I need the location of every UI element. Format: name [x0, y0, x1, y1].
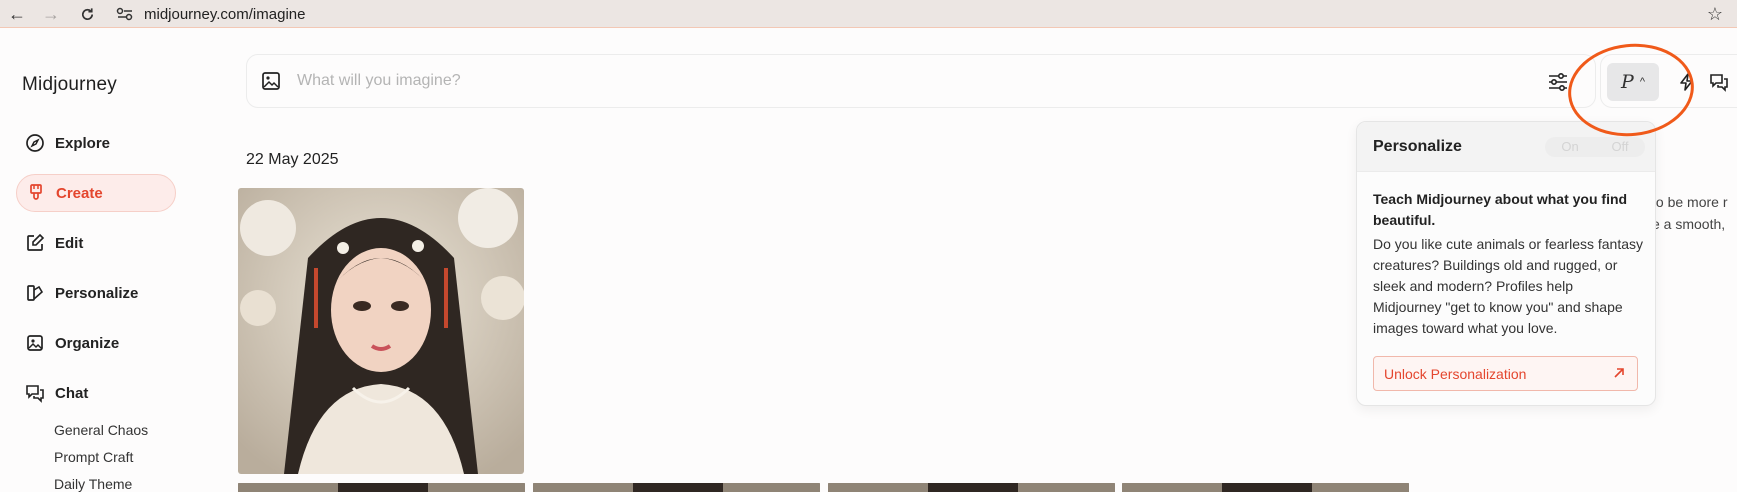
prompt-bar: What will you imagine?	[246, 54, 1596, 108]
sidebar-item-explore[interactable]: Explore	[16, 124, 176, 162]
chat-bubble-icon[interactable]	[1709, 72, 1729, 97]
sidebar-item-label: Chat	[55, 384, 89, 402]
reload-icon[interactable]	[74, 0, 100, 28]
brand-logo[interactable]: Midjourney	[22, 74, 117, 96]
popover-title: Personalize	[1373, 138, 1462, 155]
sidebar-item-label: Create	[56, 184, 103, 202]
chat-room-general-chaos[interactable]: General Chaos	[54, 422, 148, 438]
arrow-up-right-icon	[1613, 366, 1625, 382]
back-arrow-icon[interactable]: ←	[4, 0, 30, 28]
feed-date: 22 May 2025	[246, 151, 339, 168]
prompt-input[interactable]: What will you imagine?	[297, 72, 461, 90]
personalize-toggle[interactable]: On Off	[1545, 137, 1645, 157]
personalize-popover: Personalize On Off Teach Midjourney abou…	[1356, 121, 1656, 406]
generated-image[interactable]	[238, 188, 524, 474]
edit-icon	[24, 232, 46, 254]
address-bar[interactable]: midjourney.com/imagine	[114, 0, 305, 28]
prompt-text-line: e a smooth,	[1652, 216, 1726, 232]
image-thumbnail[interactable]	[238, 481, 525, 492]
unlock-label: Unlock Personalization	[1384, 365, 1527, 382]
sidebar-item-label: Explore	[55, 134, 111, 152]
sidebar-item-label: Edit	[55, 234, 84, 252]
sidebar-item-edit[interactable]: Edit	[16, 224, 176, 262]
personalize-icon	[24, 282, 46, 304]
popover-body: Do you like cute animals or fearless fan…	[1373, 236, 1644, 336]
popover-lead: Teach Midjourney about what you find bea…	[1373, 191, 1628, 228]
chat-room-daily-theme[interactable]: Daily Theme	[54, 476, 132, 492]
image-icon	[24, 332, 46, 354]
star-icon[interactable]: ☆	[1707, 0, 1723, 28]
sidebar-item-label: Personalize	[55, 284, 139, 302]
settings-sliders-icon[interactable]	[1547, 71, 1569, 98]
chat-room-prompt-craft[interactable]: Prompt Craft	[54, 449, 133, 465]
image-thumbnail[interactable]	[533, 481, 820, 492]
sidebar-item-chat[interactable]: Chat	[16, 374, 176, 412]
chat-icon	[24, 382, 46, 404]
image-thumbnail[interactable]	[828, 481, 1115, 492]
toggle-off[interactable]: Off	[1595, 137, 1645, 157]
sidebar-item-label: Organize	[55, 334, 120, 352]
forward-arrow-icon[interactable]: →	[38, 0, 64, 28]
image-thumbnail[interactable]	[1122, 481, 1409, 492]
site-settings-icon[interactable]	[114, 4, 136, 24]
unlock-personalization-button[interactable]: Unlock Personalization	[1373, 356, 1638, 391]
sidebar-item-organize[interactable]: Organize	[16, 324, 176, 362]
brush-icon	[25, 182, 47, 204]
sidebar-item-personalize[interactable]: Personalize	[16, 274, 176, 312]
image-upload-icon[interactable]	[261, 71, 281, 96]
compass-icon	[24, 132, 46, 154]
sidebar-item-create[interactable]: Create	[16, 174, 176, 212]
browser-toolbar: ← → midjourney.com/imagine ☆	[0, 0, 1737, 28]
url-text[interactable]: midjourney.com/imagine	[144, 6, 305, 23]
prompt-text-line: to be more r	[1652, 194, 1728, 210]
toggle-on[interactable]: On	[1545, 137, 1595, 157]
